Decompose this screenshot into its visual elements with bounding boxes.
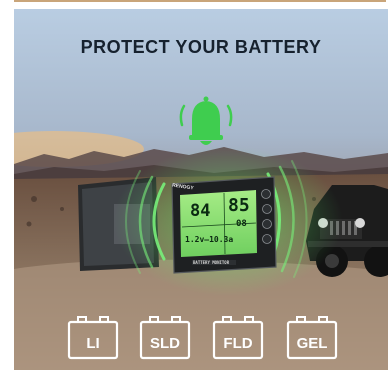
product-image: RENOGY 84 85 08 1.2v—10.3a BATTERY MONIT… (0, 0, 392, 374)
battery-type-label: SLD (150, 335, 180, 352)
battery-type-label: LI (86, 335, 100, 352)
battery-type-gel: GEL (285, 315, 339, 361)
battery-type-fld: FLD (211, 315, 265, 361)
battery-type-label: GEL (296, 335, 328, 352)
battery-type-sld: SLD (138, 315, 192, 361)
monitor-footer-label: BATTERY MONITOR (193, 260, 230, 265)
battery-monitor (171, 176, 277, 274)
battery-type-list: LI SLD FLD GEL (14, 315, 388, 361)
battery-type-li: LI (66, 315, 120, 361)
scene: RENOGY 84 85 08 1.2v—10.3a BATTERY MONIT… (14, 9, 388, 370)
battery-type-label: FLD (223, 335, 253, 352)
monitor-left-reading: 84 (190, 201, 211, 221)
top-border-line (14, 0, 386, 2)
headline: PROTECT YOUR BATTERY (80, 37, 322, 57)
monitor-bottom-reading: 1.2v—10.3a (185, 235, 234, 244)
monitor-right-reading: 85 (228, 195, 250, 216)
monitor-side-reading: 08 (236, 219, 247, 229)
